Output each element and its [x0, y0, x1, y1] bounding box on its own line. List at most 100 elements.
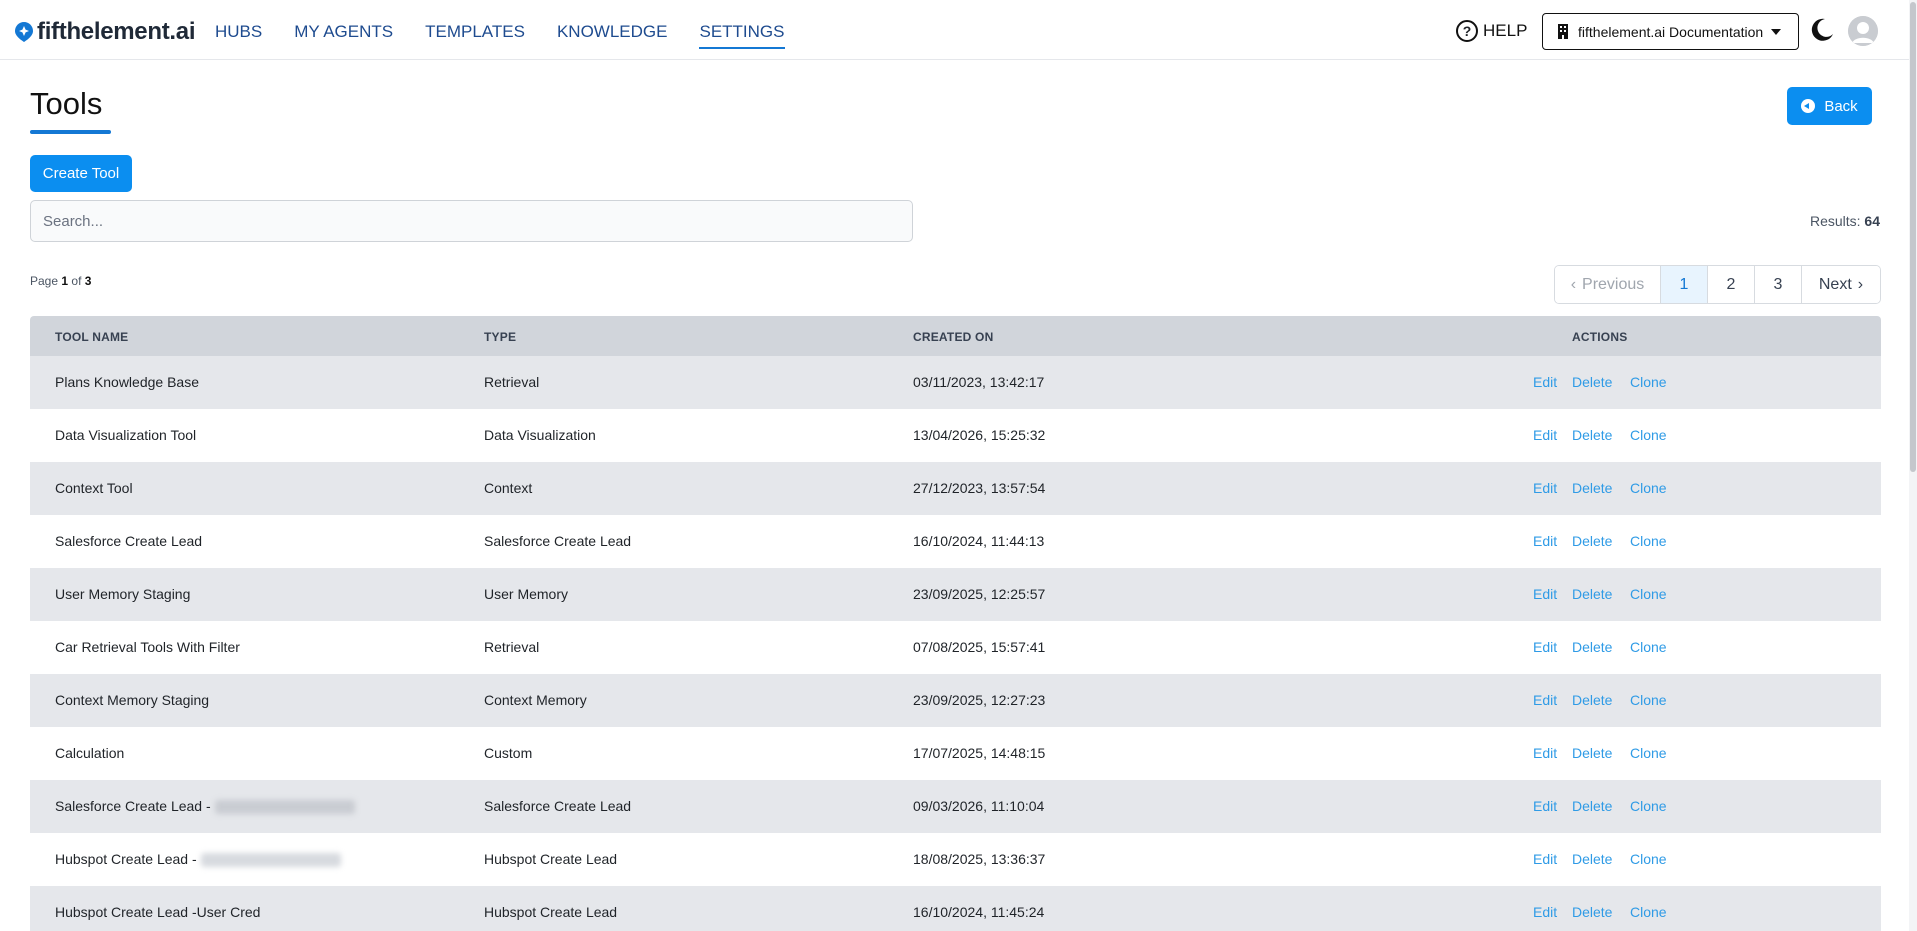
- edit-link[interactable]: Edit: [1533, 374, 1557, 390]
- table-row: Plans Knowledge Base Retrieval 03/11/2023,…: [30, 356, 1881, 409]
- tool-name-text: Hubspot Create Lead -User Cred: [55, 904, 261, 920]
- question-circle-icon: ?: [1456, 20, 1478, 42]
- logo[interactable]: fifthelement.ai: [14, 18, 196, 46]
- scrollbar[interactable]: [1909, 0, 1917, 931]
- tool-name-cell: Car Retrieval Tools With Filter: [55, 639, 240, 655]
- delete-link[interactable]: Delete: [1572, 374, 1612, 390]
- page-prefix: Page: [30, 274, 59, 288]
- logo-text: fifthelement.ai: [37, 18, 196, 45]
- edit-link[interactable]: Edit: [1533, 692, 1557, 708]
- tool-type-cell: Data Visualization: [484, 427, 596, 443]
- edit-link[interactable]: Edit: [1533, 851, 1557, 867]
- clone-link[interactable]: Clone: [1630, 533, 1667, 549]
- nav-link-my-agents[interactable]: MY AGENTS: [294, 22, 393, 42]
- clone-link[interactable]: Clone: [1630, 798, 1667, 814]
- tool-type-cell: Hubspot Create Lead: [484, 904, 618, 920]
- column-header-tool-name: TOOL NAME: [55, 330, 129, 344]
- edit-link[interactable]: Edit: [1533, 798, 1557, 814]
- clone-link[interactable]: Clone: [1630, 427, 1667, 443]
- clone-link[interactable]: Clone: [1630, 692, 1667, 708]
- created-on-cell: 27/12/2023, 13:57:54: [913, 480, 1046, 496]
- table-row: Hubspot Create Lead - Hubspot Create Lea…: [30, 833, 1881, 886]
- search-input[interactable]: [30, 200, 913, 242]
- scrollbar-thumb[interactable]: [1910, 2, 1916, 472]
- delete-link[interactable]: Delete: [1572, 480, 1612, 496]
- delete-link[interactable]: Delete: [1572, 586, 1612, 602]
- clone-link[interactable]: Clone: [1630, 904, 1667, 920]
- tool-type-cell: Salesforce Create Lead: [484, 533, 632, 549]
- chevron-right-icon: ›: [1857, 275, 1864, 293]
- tool-name-text: Calculation: [55, 745, 125, 761]
- table-row: User Memory Staging User Memory 23/09/2025…: [30, 568, 1881, 621]
- nav-link-hubs[interactable]: HUBS: [215, 22, 262, 42]
- tool-type-cell: Context: [484, 480, 533, 496]
- clone-link[interactable]: Clone: [1630, 480, 1667, 496]
- clone-link[interactable]: Clone: [1630, 745, 1667, 761]
- tool-name-cell: Context Tool: [55, 480, 133, 496]
- table-row: Calculation Custom 17/07/2025, 14:48:15 Edi…: [30, 727, 1881, 780]
- edit-link[interactable]: Edit: [1533, 904, 1557, 920]
- edit-link[interactable]: Edit: [1533, 745, 1557, 761]
- created-on-cell: 23/09/2025, 12:27:23: [913, 692, 1046, 708]
- edit-link[interactable]: Edit: [1533, 533, 1557, 549]
- tool-name-text: Car Retrieval Tools With Filter: [55, 639, 240, 655]
- clone-link[interactable]: Clone: [1630, 586, 1667, 602]
- tool-name-cell: User Memory Staging: [55, 586, 190, 602]
- created-on-cell: 17/07/2025, 14:48:15: [913, 745, 1046, 761]
- clone-link[interactable]: Clone: [1630, 851, 1667, 867]
- tool-name-cell: Context Memory Staging: [55, 692, 209, 708]
- edit-link[interactable]: Edit: [1533, 427, 1557, 443]
- delete-link[interactable]: Delete: [1572, 692, 1612, 708]
- delete-link[interactable]: Delete: [1572, 851, 1612, 867]
- created-on-cell: 07/08/2025, 15:57:41: [913, 639, 1046, 655]
- page-button-3[interactable]: 3: [1755, 266, 1802, 303]
- created-on-cell: 16/10/2024, 11:44:13: [913, 533, 1045, 549]
- page-button-2[interactable]: 2: [1708, 266, 1755, 303]
- page-current: 1: [61, 274, 69, 288]
- nav-link-settings[interactable]: SETTINGS: [699, 22, 785, 49]
- tool-name-text: Context Tool: [55, 480, 133, 496]
- moon-icon[interactable]: [1809, 17, 1835, 43]
- delete-link[interactable]: Delete: [1572, 427, 1612, 443]
- tool-name-cell: Hubspot Create Lead -User Cred: [55, 904, 260, 920]
- table-row: Car Retrieval Tools With Filter Retrieval…: [30, 621, 1881, 674]
- column-header-created-on: CREATED ON: [913, 330, 994, 344]
- delete-link[interactable]: Delete: [1572, 798, 1612, 814]
- tool-name-text: Salesforce Create Lead -: [55, 798, 211, 814]
- clone-link[interactable]: Clone: [1630, 639, 1667, 655]
- caret-down-icon: [1771, 28, 1782, 35]
- delete-link[interactable]: Delete: [1572, 745, 1612, 761]
- back-button[interactable]: Back: [1787, 87, 1872, 125]
- tool-type-cell: Custom: [484, 745, 533, 761]
- next-page-button[interactable]: Next ›: [1802, 266, 1880, 303]
- edit-link[interactable]: Edit: [1533, 639, 1557, 655]
- page-title: Tools: [30, 86, 103, 121]
- next-label: Next: [1818, 275, 1852, 293]
- pagination: ‹ Previous 1 2 3 Next ›: [1554, 265, 1881, 304]
- arrow-left-circle-icon: [1801, 99, 1816, 113]
- created-on-cell: 13/04/2026, 15:25:32: [913, 427, 1046, 443]
- organization-name: fifthelement.ai Documentation: [1578, 23, 1764, 40]
- delete-link[interactable]: Delete: [1572, 533, 1612, 549]
- edit-link[interactable]: Edit: [1533, 480, 1557, 496]
- create-tool-button[interactable]: Create Tool: [30, 155, 132, 192]
- tool-name-text: Data Visualization Tool: [55, 427, 197, 443]
- page-button-1[interactable]: 1: [1661, 266, 1708, 303]
- user-avatar[interactable]: [1848, 16, 1878, 46]
- delete-link[interactable]: Delete: [1572, 639, 1612, 655]
- tool-name-cell: Hubspot Create Lead -: [55, 851, 341, 868]
- previous-page-button[interactable]: ‹ Previous: [1555, 266, 1661, 303]
- table-row: Context Tool Context 27/12/2023, 13:57:54 E…: [30, 462, 1881, 515]
- help-label: HELP: [1483, 21, 1528, 40]
- delete-link[interactable]: Delete: [1572, 904, 1612, 920]
- help-button[interactable]: ? HELP: [1456, 20, 1527, 42]
- results-count: Results: 64: [1810, 213, 1880, 229]
- tool-name-cell: Salesforce Create Lead -: [55, 798, 355, 815]
- tool-type-cell: User Memory: [484, 586, 569, 602]
- clone-link[interactable]: Clone: [1630, 374, 1667, 390]
- edit-link[interactable]: Edit: [1533, 586, 1557, 602]
- tool-name-cell: Plans Knowledge Base: [55, 374, 199, 390]
- nav-link-templates[interactable]: TEMPLATES: [425, 22, 525, 42]
- nav-link-knowledge[interactable]: KNOWLEDGE: [557, 22, 668, 42]
- organization-selector[interactable]: fifthelement.ai Documentation: [1542, 13, 1799, 50]
